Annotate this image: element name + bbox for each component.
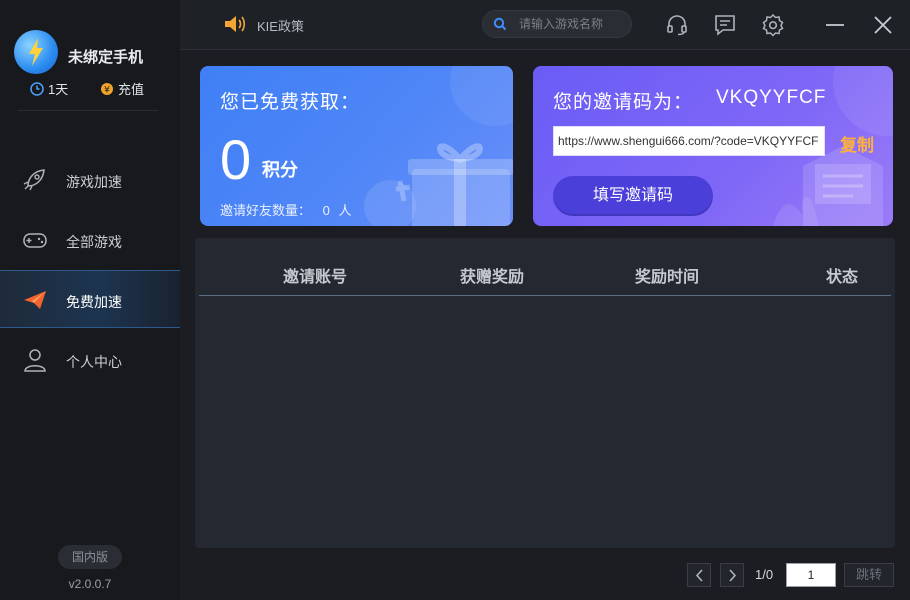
sidebar-item-label: 全部游戏 (66, 234, 122, 250)
sidebar-item-label: 个人中心 (66, 354, 122, 370)
sidebar-item-all-games[interactable]: 全部游戏 (0, 211, 180, 269)
clock-icon (30, 81, 44, 96)
header-divider (199, 295, 891, 296)
sidebar-item-free-boost[interactable]: 免费加速 (0, 270, 180, 328)
account-title: 未绑定手机 (68, 49, 144, 66)
decor-circle (833, 66, 893, 136)
recharge-label: 充值 (118, 82, 145, 97)
column-header-time: 奖励时间 (635, 269, 700, 286)
headset-icon[interactable] (665, 13, 689, 37)
policy-notice[interactable]: KIE政策 (257, 16, 304, 35)
page-indicator: 1/0 (755, 567, 774, 582)
user-icon (24, 349, 46, 372)
sidebar-item-profile[interactable]: 个人中心 (0, 331, 180, 389)
app-logo (14, 30, 58, 74)
column-header-status: 状态 (826, 269, 859, 286)
sidebar-item-label: 免费加速 (66, 294, 122, 310)
region-badge[interactable]: 国内版 (58, 545, 122, 569)
prev-page-button[interactable] (687, 563, 711, 587)
gift-illustration (364, 143, 513, 226)
copy-button[interactable]: 复制 (840, 131, 874, 156)
rocket-icon (23, 169, 45, 191)
top-bar: KIE政策 (180, 0, 910, 50)
search-box[interactable] (482, 10, 632, 38)
points-value: 0 (220, 128, 252, 191)
column-header-reward: 获赠奖励 (460, 269, 525, 286)
minimize-icon[interactable] (823, 13, 847, 37)
sidebar: 未绑定手机 1天 ¥ 充值 游戏加速 全部游戏 免费加速 个人中心 国内版 v2… (0, 0, 180, 600)
search-input[interactable] (519, 15, 627, 33)
paper-plane-icon (24, 291, 46, 309)
recharge-link[interactable]: ¥ 充值 (100, 79, 144, 98)
rewards-title: 您已免费获取： (220, 92, 361, 113)
points-unit: 积分 (262, 160, 298, 180)
invite-code: VKQYYFCF (716, 87, 827, 108)
column-header-account: 邀请账号 (283, 269, 348, 286)
sidebar-item-label: 游戏加速 (66, 174, 122, 190)
friends-unit: 人 (338, 203, 352, 218)
invite-title: 您的邀请码为： (553, 92, 694, 113)
enter-invite-code-button[interactable]: 填写邀请码 (553, 176, 713, 216)
friends-label: 邀请好友数量： (220, 203, 312, 218)
jump-button[interactable]: 跳转 (844, 563, 894, 587)
lightning-icon (29, 38, 43, 66)
version-label: v2.0.0.7 (68, 577, 112, 591)
invited-friends-count: 邀请好友数量： 0 人 (220, 200, 352, 219)
friends-count: 0 (322, 203, 330, 218)
chevron-right-icon (729, 569, 737, 582)
sidebar-item-game-boost[interactable]: 游戏加速 (0, 151, 180, 209)
message-icon[interactable] (713, 13, 737, 37)
days-remaining: 1天 (30, 79, 68, 98)
coin-icon: ¥ (101, 82, 113, 95)
sidebar-divider (18, 110, 158, 111)
search-icon (493, 17, 507, 31)
svg-text:¥: ¥ (104, 85, 110, 95)
rewards-card: 您已免费获取： 0 积分 邀请好友数量： 0 人 (200, 66, 513, 226)
envelope-illustration (773, 146, 883, 226)
days-label: 1天 (48, 82, 69, 97)
invite-url-field[interactable]: https://www.shengui666.com/?code=VKQYYFC… (553, 126, 825, 156)
close-icon[interactable] (871, 13, 895, 37)
chevron-left-icon (695, 569, 703, 582)
page-number-input[interactable] (786, 563, 836, 587)
settings-icon[interactable] (761, 13, 785, 37)
next-page-button[interactable] (720, 563, 744, 587)
decor-circle (450, 66, 513, 126)
invite-card: 您的邀请码为： VKQYYFCF https://www.shengui666.… (533, 66, 893, 226)
speaker-icon (225, 16, 246, 32)
invite-records-table: 邀请账号 获赠奖励 奖励时间 状态 (195, 238, 895, 548)
gamepad-icon (23, 233, 47, 248)
